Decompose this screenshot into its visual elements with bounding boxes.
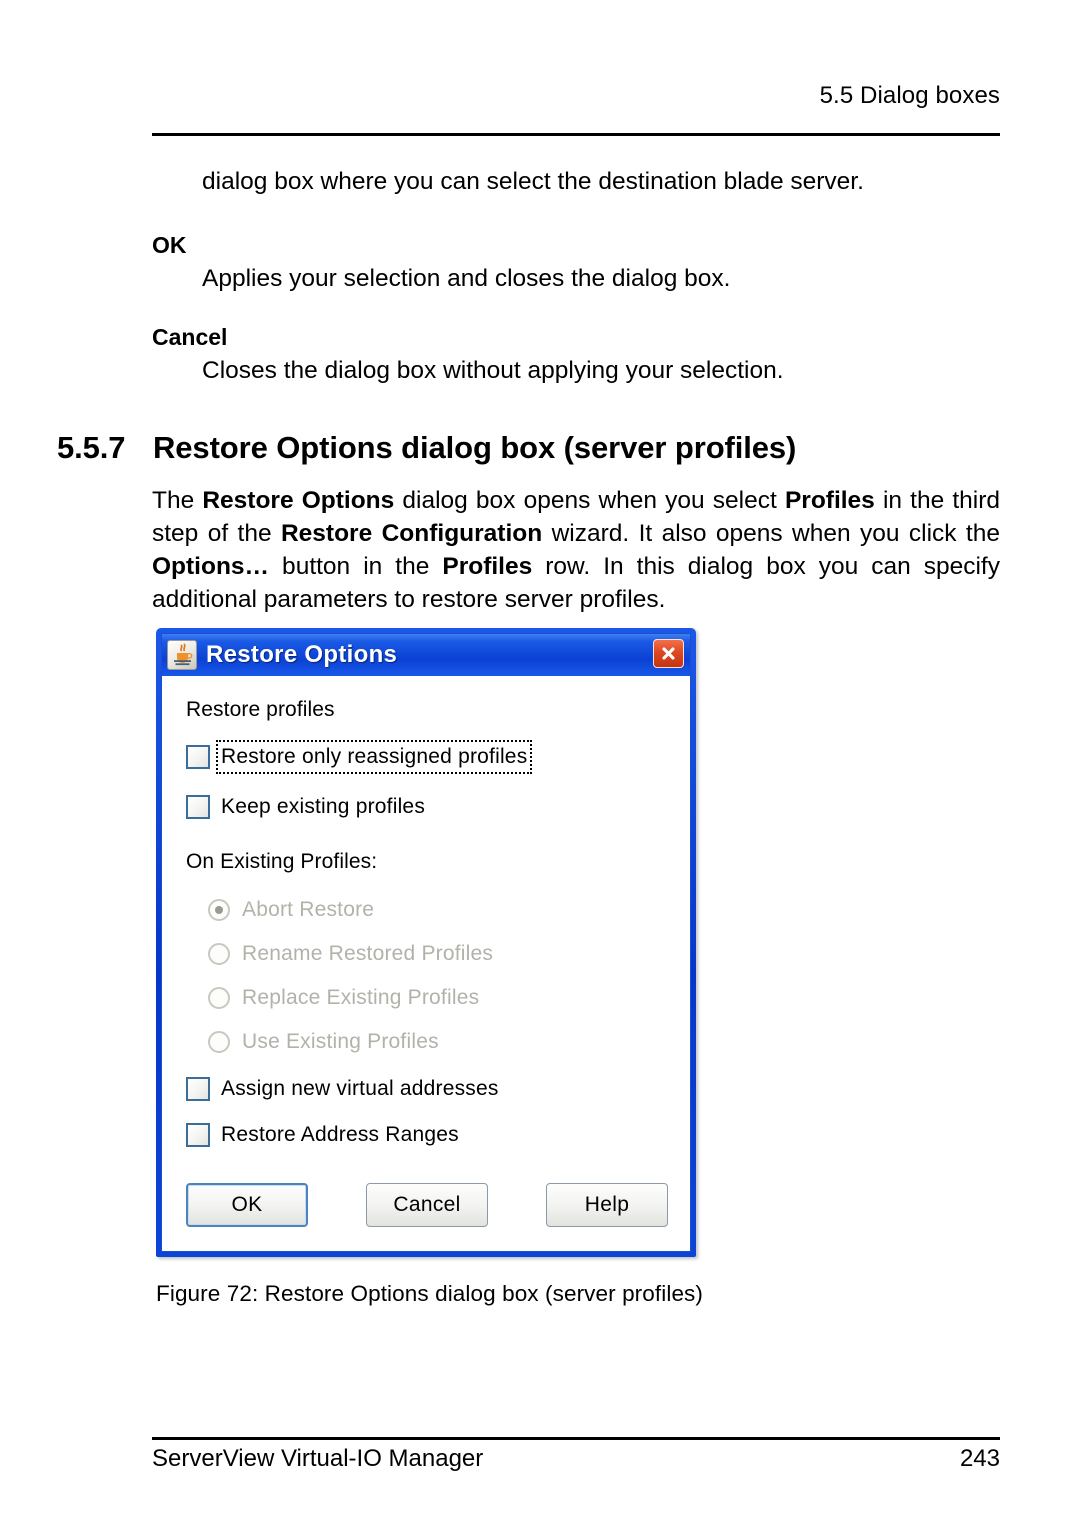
footer-page-number: 243 <box>959 1445 1000 1472</box>
paragraph-text-5: button in the <box>269 553 443 580</box>
checkbox-row-restore-only-reassigned[interactable]: Restore only reassigned profiles <box>186 740 690 774</box>
radio-use-existing-profiles[interactable] <box>208 1031 230 1053</box>
radio-row-replace-existing-profiles[interactable]: Replace Existing Profiles <box>208 983 690 1013</box>
dialog-title-text: Restore Options <box>206 641 398 668</box>
checkbox-restore-address-ranges[interactable] <box>186 1123 210 1147</box>
footer-product-name: ServerView Virtual-IO Manager <box>152 1445 484 1472</box>
on-existing-profiles-label: On Existing Profiles: <box>186 850 378 873</box>
section-title: Restore Options dialog box (server profi… <box>153 430 797 465</box>
radio-label-abort-restore: Abort Restore <box>242 898 375 921</box>
figure-caption: Figure 72: Restore Options dialog box (s… <box>156 1281 703 1306</box>
section-paragraph: The Restore Options dialog box opens whe… <box>152 484 1000 616</box>
checkbox-keep-existing-profiles[interactable] <box>186 795 210 819</box>
paragraph-bold-2: Profiles <box>784 487 875 514</box>
checkbox-label-keep-existing-profiles: Keep existing profiles <box>221 795 426 818</box>
restore-options-dialog: Restore Options Restore profiles Restore… <box>156 628 696 1257</box>
section-number: 5.5.7 <box>57 430 126 465</box>
close-icon[interactable] <box>653 639 684 668</box>
page-footer: ServerView Virtual-IO Manager 243 <box>152 1445 1000 1473</box>
dialog-titlebar[interactable]: Restore Options <box>162 634 690 676</box>
definition-list: OK Applies your selection and closes the… <box>152 228 1002 412</box>
intro-paragraph: dialog box where you can select the dest… <box>202 168 864 195</box>
checkbox-row-keep-existing-profiles[interactable]: Keep existing profiles <box>186 791 690 823</box>
radio-rename-restored-profiles[interactable] <box>208 943 230 965</box>
footer-divider <box>152 1437 1000 1440</box>
checkbox-label-assign-new-virtual-addresses: Assign new virtual addresses <box>221 1077 499 1100</box>
checkbox-row-restore-address-ranges[interactable]: Restore Address Ranges <box>186 1119 690 1151</box>
radio-label-use-existing-profiles: Use Existing Profiles <box>242 1030 439 1053</box>
running-header: 5.5 Dialog boxes <box>819 82 1000 109</box>
dialog-button-bar: OK Cancel Help <box>186 1183 668 1227</box>
definition-term-ok: OK <box>152 232 187 258</box>
restore-profiles-label: Restore profiles <box>186 698 335 721</box>
checkbox-assign-new-virtual-addresses[interactable] <box>186 1077 210 1101</box>
paragraph-bold-3: Restore Configuration <box>280 520 543 547</box>
on-existing-profiles-radio-group: Abort Restore Rename Restored Profiles R… <box>208 895 690 1057</box>
checkbox-label-restore-only-reassigned: Restore only reassigned profiles <box>215 740 533 774</box>
section-heading: 5.5.7 Restore Options dialog box (server … <box>57 430 1007 466</box>
radio-row-abort-restore[interactable]: Abort Restore <box>208 895 690 925</box>
dialog-inner-frame: Restore Options Restore profiles Restore… <box>161 633 691 1252</box>
radio-row-use-existing-profiles[interactable]: Use Existing Profiles <box>208 1027 690 1057</box>
definition-term-cancel: Cancel <box>152 324 228 350</box>
paragraph-bold-1: Restore Options <box>202 487 395 514</box>
definition-description-ok: Applies your selection and closes the di… <box>202 265 731 292</box>
radio-label-rename-restored-profiles: Rename Restored Profiles <box>242 942 494 965</box>
radio-row-rename-restored-profiles[interactable]: Rename Restored Profiles <box>208 939 690 969</box>
paragraph-text-2: dialog box opens when you select <box>394 487 785 514</box>
paragraph-bold-5: Profiles <box>442 553 533 580</box>
ok-button[interactable]: OK <box>186 1183 308 1227</box>
java-coffee-cup-icon <box>167 640 197 670</box>
paragraph-text-1: The <box>152 487 203 514</box>
definition-description-cancel: Closes the dialog box without applying y… <box>202 357 784 384</box>
paragraph-text-4: wizard. It also opens when you click the <box>542 520 1000 547</box>
checkbox-restore-only-reassigned[interactable] <box>186 745 210 769</box>
radio-replace-existing-profiles[interactable] <box>208 987 230 1009</box>
dialog-content: Restore profiles Restore only reassigned… <box>162 676 690 1251</box>
radio-abort-restore[interactable] <box>208 899 230 921</box>
help-button[interactable]: Help <box>546 1183 668 1227</box>
checkbox-label-restore-address-ranges: Restore Address Ranges <box>221 1123 459 1146</box>
checkbox-row-assign-new-virtual-addresses[interactable]: Assign new virtual addresses <box>186 1073 690 1105</box>
paragraph-bold-4: Options… <box>152 553 270 580</box>
cancel-button[interactable]: Cancel <box>366 1183 488 1227</box>
document-page: 5.5 Dialog boxes dialog box where you ca… <box>0 0 1080 1531</box>
radio-label-replace-existing-profiles: Replace Existing Profiles <box>242 986 480 1009</box>
header-divider <box>152 133 1000 136</box>
